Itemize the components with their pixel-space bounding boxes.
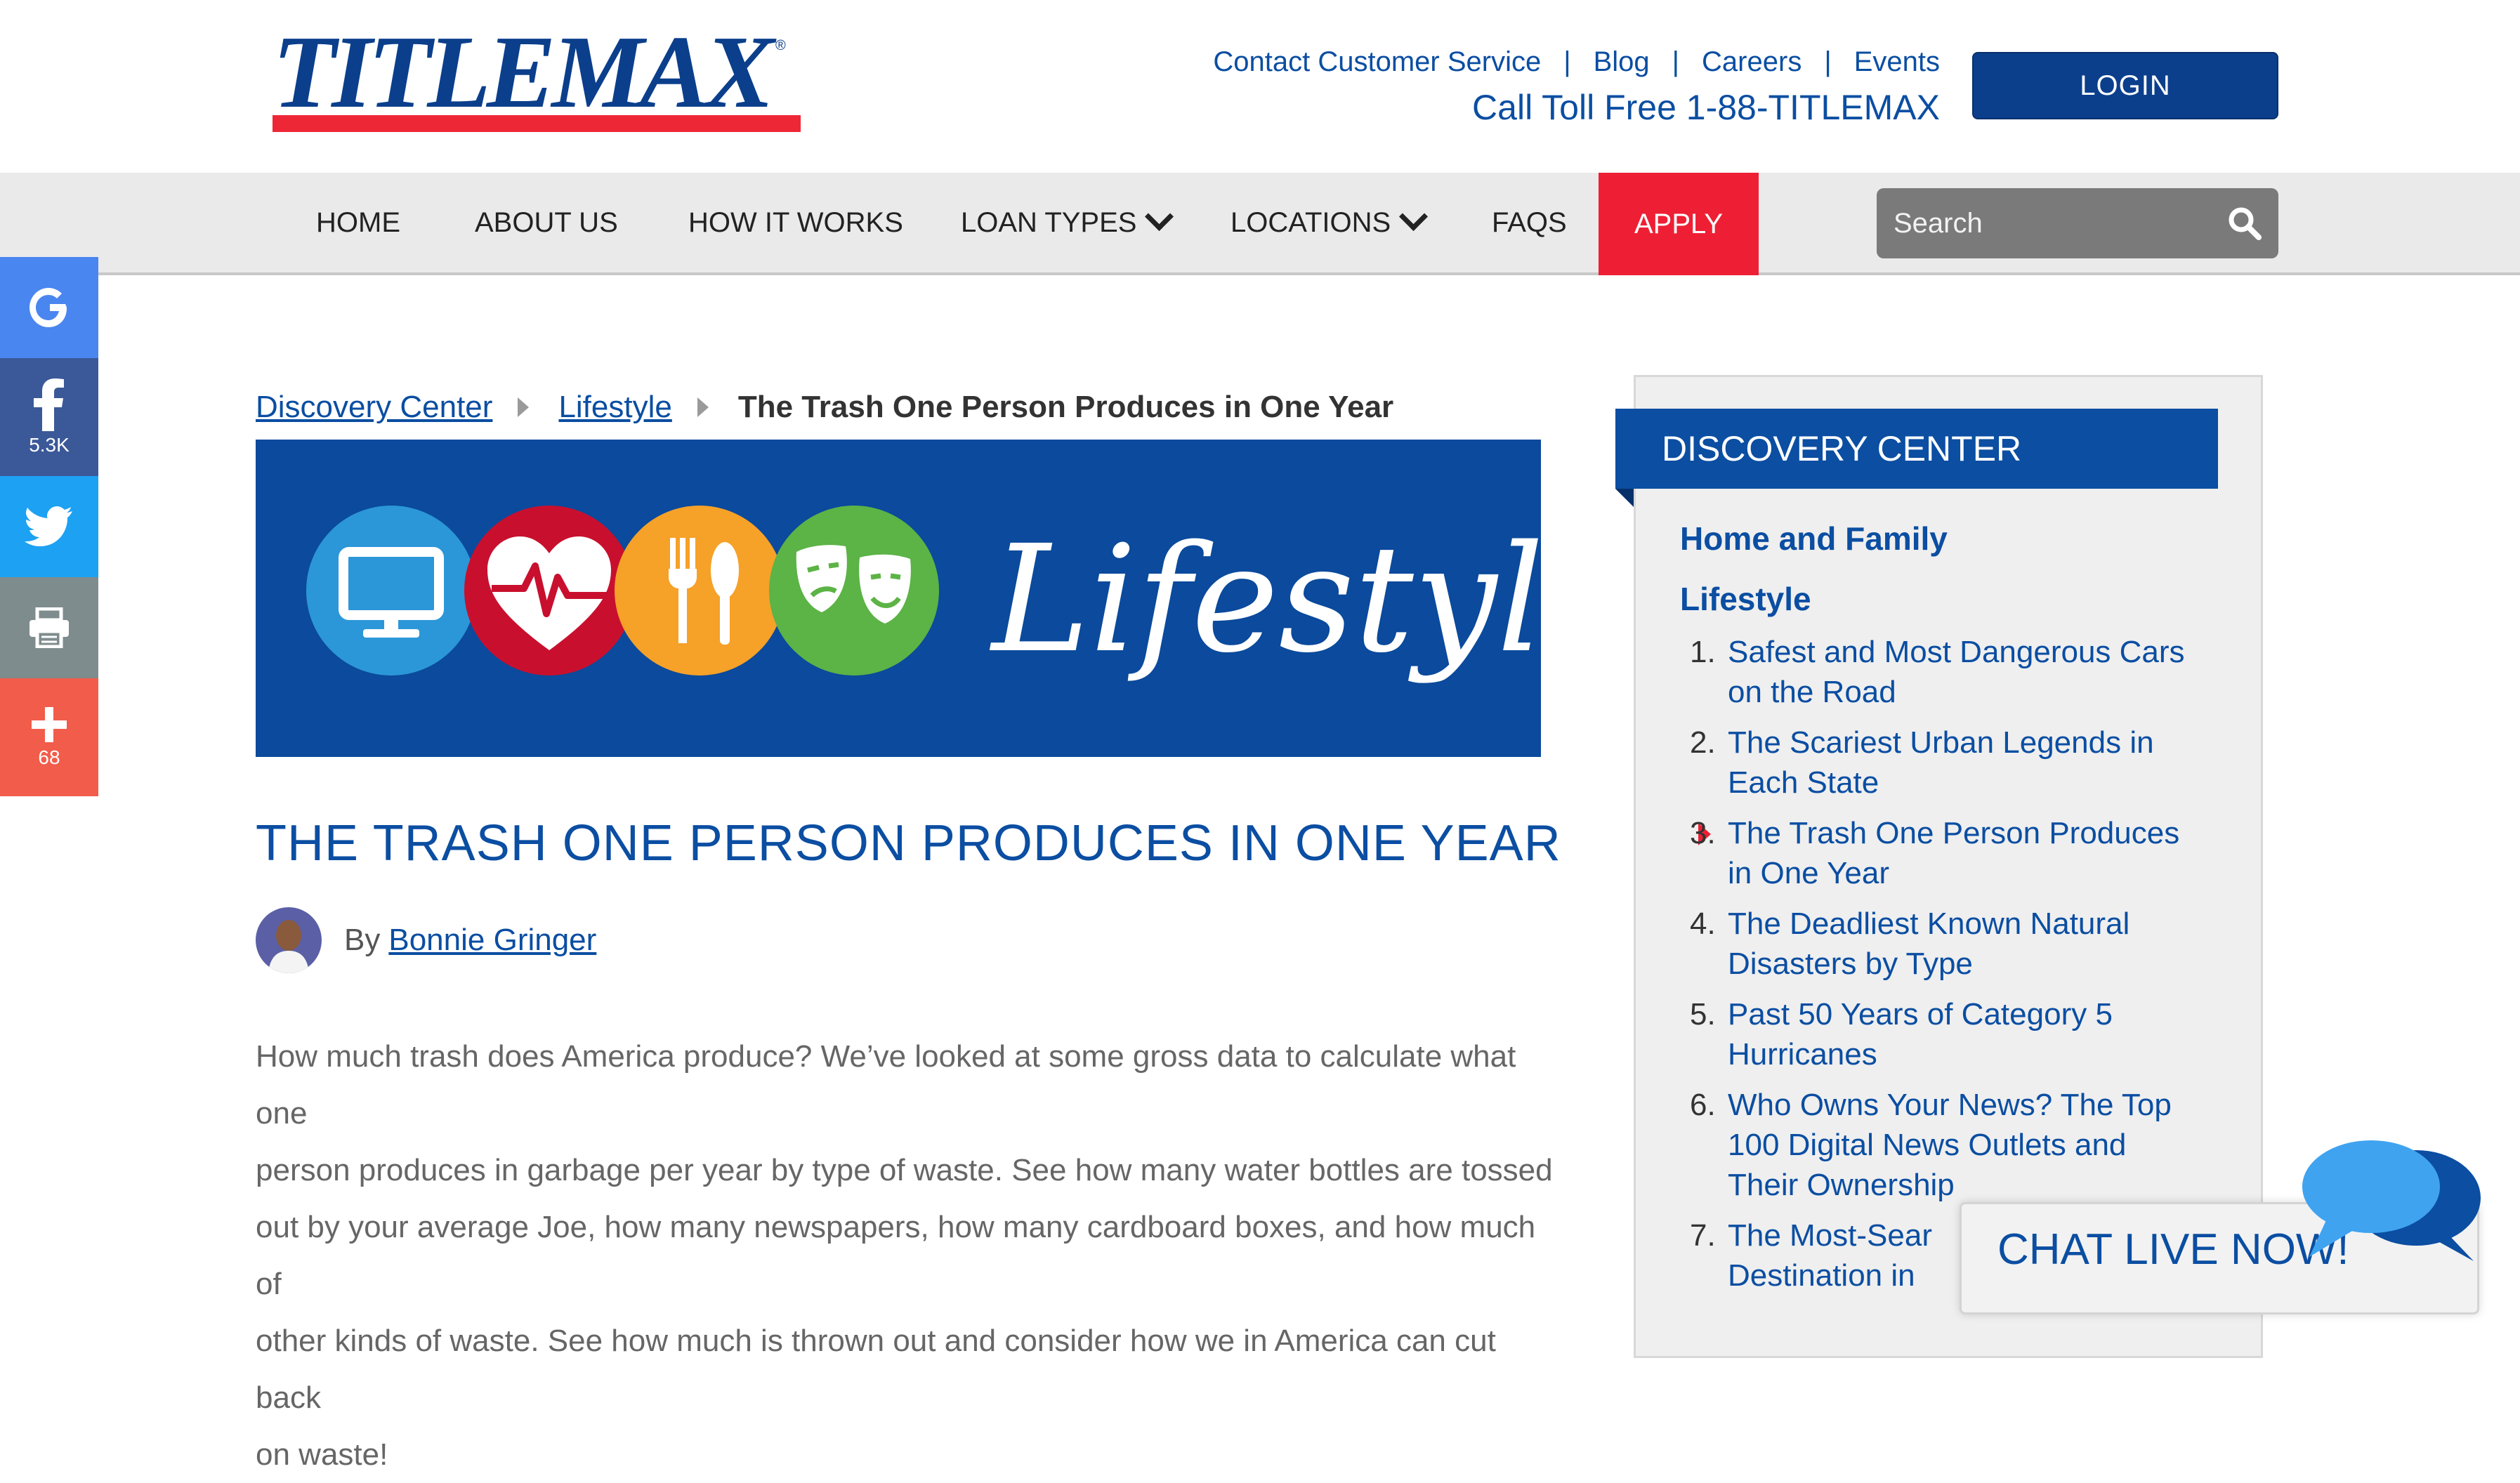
utensils-icon	[615, 506, 785, 675]
search-box	[1877, 188, 2278, 258]
link-separator: |	[1563, 46, 1571, 77]
list-number: 7.	[1690, 1218, 1716, 1253]
author-link[interactable]: Bonnie Gringer	[388, 923, 596, 958]
list-number: 2.	[1690, 725, 1716, 760]
sidebar-article-6[interactable]: 6. Who Owns Your News? The Top 100 Digit…	[1690, 1085, 2219, 1205]
events-link[interactable]: Events	[1854, 46, 1940, 78]
printer-icon	[29, 607, 69, 648]
article-body-line: out by your average Joe, how many newspa…	[256, 1210, 1536, 1301]
facebook-share-button[interactable]: 5.3K	[0, 358, 98, 476]
logo-underline-bar	[273, 115, 801, 132]
chevron-down-icon	[1399, 202, 1429, 231]
sidebar-article-2[interactable]: 2. The Scariest Urban Legends in Each St…	[1690, 723, 2219, 803]
breadcrumb-current-page: The Trash One Person Produces in One Yea…	[737, 390, 1394, 424]
login-button[interactable]: LOGIN	[1972, 52, 2278, 119]
article-body-line: on waste!	[256, 1437, 388, 1472]
sidebar-article-text: The Trash One Person Produces	[1728, 816, 2180, 850]
site-header: TITLEMAX ® Contact Customer Service | Bl…	[0, 0, 2520, 173]
sidebar-article-text: Their Ownership	[1728, 1168, 1955, 1202]
nav-locations[interactable]: LOCATIONS	[1231, 173, 1429, 272]
link-separator: |	[1824, 46, 1832, 77]
lifestyle-banner-art: Lifestyle	[306, 506, 1632, 685]
contact-customer-service-link[interactable]: Contact Customer Service	[1213, 46, 1541, 78]
article-body-line: How much trash does America produce? We’…	[256, 1039, 1516, 1131]
breadcrumb-arrow-icon	[518, 397, 530, 417]
list-number: 5.	[1690, 997, 1716, 1031]
sidebar-article-text: in One Year	[1728, 856, 1889, 890]
sidebar-article-text: The Scariest Urban Legends in	[1728, 725, 2154, 760]
sidebar-article-text: Past 50 Years of Category 5	[1728, 997, 2113, 1031]
article-body-line: other kinds of waste. See how much is th…	[256, 1324, 1496, 1415]
blog-link[interactable]: Blog	[1594, 46, 1650, 78]
nav-locations-label: LOCATIONS	[1231, 206, 1391, 238]
article-intro: How much trash does America produce? We’…	[256, 1028, 1562, 1483]
sidebar-article-text: Hurricanes	[1728, 1037, 1877, 1072]
logo-registered-mark: ®	[775, 38, 786, 53]
sidebar-article-text: Disasters by Type	[1728, 947, 1973, 981]
titlemax-logo[interactable]: TITLEMAX ®	[273, 15, 801, 146]
chat-live-label[interactable]: CHAT LIVE NOW!	[1997, 1225, 2349, 1274]
breadcrumb-arrow-icon	[697, 397, 709, 417]
main-navigation: HOME ABOUT US HOW IT WORKS LOAN TYPES LO…	[0, 173, 2520, 275]
nav-loan-types[interactable]: LOAN TYPES	[961, 173, 1174, 272]
google-share-button[interactable]	[0, 257, 98, 358]
careers-link[interactable]: Careers	[1702, 46, 1802, 78]
sidebar-article-text: The Deadliest Known Natural	[1728, 907, 2130, 941]
google-icon	[29, 288, 67, 327]
more-share-count: 68	[38, 746, 60, 768]
lifestyle-banner: Lifestyle	[256, 440, 1632, 757]
sidebar-title: DISCOVERY CENTER	[1615, 409, 2218, 489]
tv-icon	[306, 506, 476, 675]
breadcrumb-discovery-center[interactable]: Discovery Center	[256, 390, 492, 425]
sidebar-article-3[interactable]: 3. The Trash One Person Produces in One …	[1690, 813, 2219, 893]
list-number: 3.	[1690, 816, 1716, 850]
print-button[interactable]	[0, 577, 98, 678]
article-title: THE TRASH ONE PERSON PRODUCES IN ONE YEA…	[256, 815, 1561, 871]
sidebar-article-text: Who Owns Your News? The Top	[1728, 1088, 2172, 1122]
article-body-line: person produces in garbage per year by t…	[256, 1153, 1553, 1187]
sidebar-article-text: on the Road	[1728, 675, 1896, 709]
list-number: 6.	[1690, 1088, 1716, 1122]
plus-icon	[32, 707, 67, 742]
facebook-icon	[34, 378, 64, 431]
search-icon[interactable]	[2226, 205, 2263, 242]
logo-wordmark: TITLEMAX	[273, 15, 775, 130]
twitter-share-button[interactable]	[0, 476, 98, 577]
sidebar-title-fold	[1615, 489, 1634, 507]
nav-loan-types-label: LOAN TYPES	[961, 206, 1137, 238]
breadcrumb: Discovery Center Lifestyle The Trash One…	[256, 385, 1393, 430]
utility-links: Contact Customer Service | Blog | Career…	[1213, 42, 1940, 81]
sidebar-article-text: 100 Digital News Outlets and	[1728, 1128, 2127, 1162]
nav-faqs[interactable]: FAQS	[1492, 173, 1567, 272]
theater-masks-icon	[769, 506, 939, 675]
list-number: 4.	[1690, 907, 1716, 941]
sidebar-category-home-and-family[interactable]: Home and Family	[1680, 520, 1948, 558]
twitter-icon	[25, 506, 72, 546]
heart-icon	[464, 506, 634, 675]
link-separator: |	[1672, 46, 1680, 77]
chevron-down-icon	[1145, 202, 1174, 231]
byline-by-label: By	[344, 923, 381, 957]
list-number: 1.	[1690, 635, 1716, 669]
nav-how-it-works[interactable]: HOW IT WORKS	[688, 173, 903, 272]
sidebar-article-1[interactable]: 1. Safest and Most Dangerous Cars on the…	[1690, 632, 2219, 712]
search-input[interactable]	[1877, 188, 2214, 258]
breadcrumb-lifestyle[interactable]: Lifestyle	[558, 390, 671, 425]
nav-apply-button[interactable]: APPLY	[1599, 173, 1759, 275]
avatar[interactable]	[256, 907, 322, 973]
facebook-share-count: 5.3K	[29, 434, 70, 456]
sidebar-article-5[interactable]: 5. Past 50 Years of Category 5 Hurricane…	[1690, 994, 2219, 1074]
sidebar-article-4[interactable]: 4. The Deadliest Known Natural Disasters…	[1690, 904, 2219, 984]
chat-bubbles-icon[interactable]	[2298, 1138, 2485, 1264]
author-photo	[256, 907, 322, 973]
toll-free-number[interactable]: Call Toll Free 1-88-TITLEMAX	[1472, 87, 1940, 128]
banner-lifestyle-text: Lifestyle	[989, 513, 1541, 685]
nav-home[interactable]: HOME	[316, 173, 400, 272]
sidebar-category-lifestyle[interactable]: Lifestyle	[1680, 580, 1811, 618]
sidebar-article-text: Safest and Most Dangerous Cars	[1728, 635, 2185, 669]
more-share-button[interactable]: 68	[0, 678, 98, 796]
nav-about-us[interactable]: ABOUT US	[475, 173, 618, 272]
author-byline: By Bonnie Gringer	[256, 907, 596, 973]
sidebar-article-text: Each State	[1728, 765, 1879, 800]
